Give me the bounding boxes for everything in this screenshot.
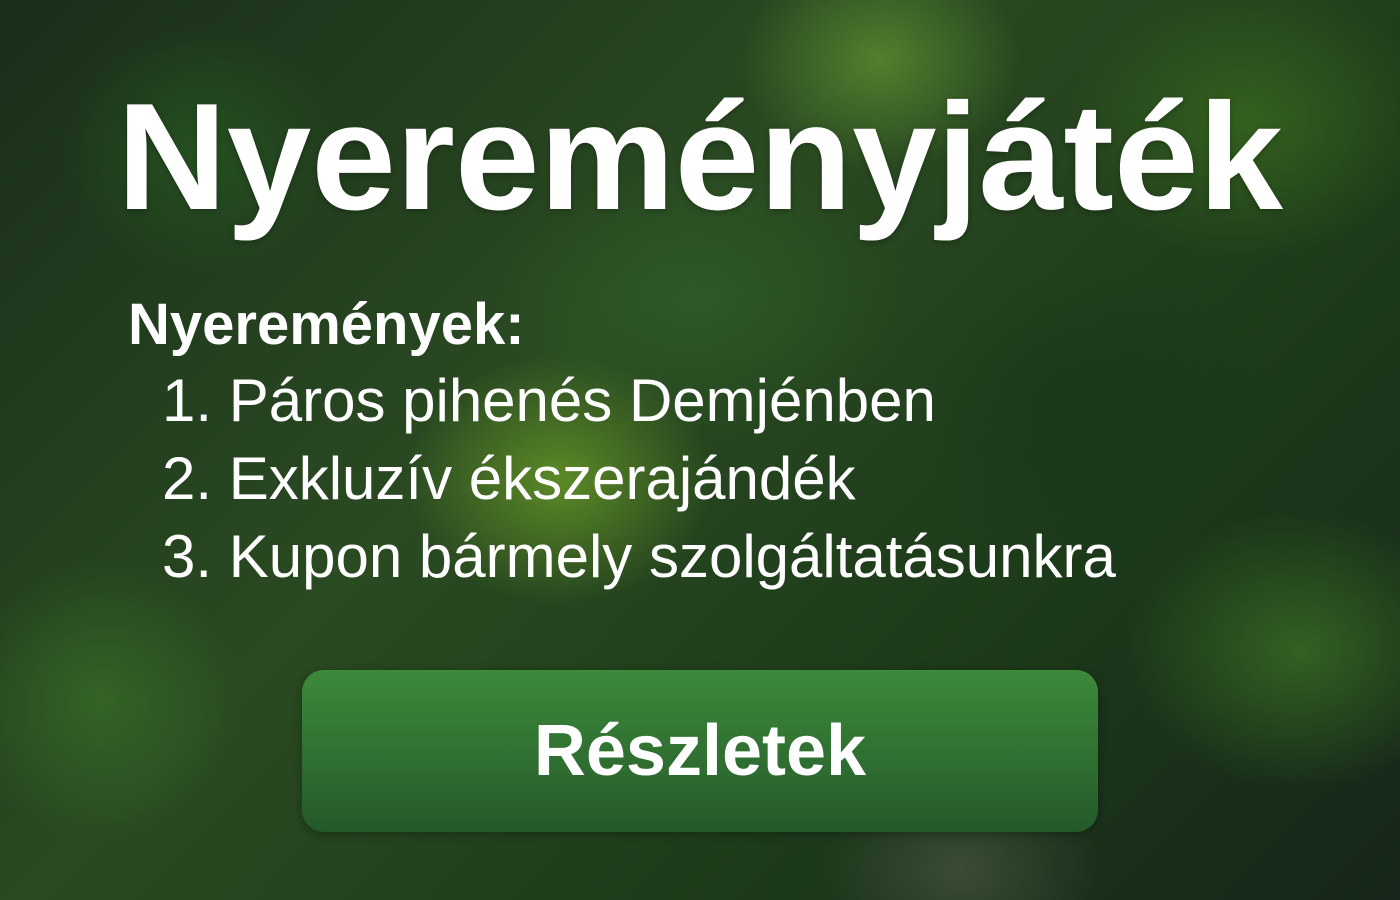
prize-list: 1. Páros pihenés Demjénben 2. Exkluzív é…	[162, 362, 1116, 596]
prize-item: 2. Exkluzív ékszerajándék	[162, 445, 856, 512]
prizes-heading: Nyeremények:	[128, 292, 525, 357]
prize-item: 3. Kupon bármely szolgáltatásunkra	[162, 523, 1116, 590]
prize-item: 1. Páros pihenés Demjénben	[162, 367, 936, 434]
details-button[interactable]: Részletek	[302, 670, 1098, 832]
page-title: Nyereményjáték	[116, 72, 1284, 242]
